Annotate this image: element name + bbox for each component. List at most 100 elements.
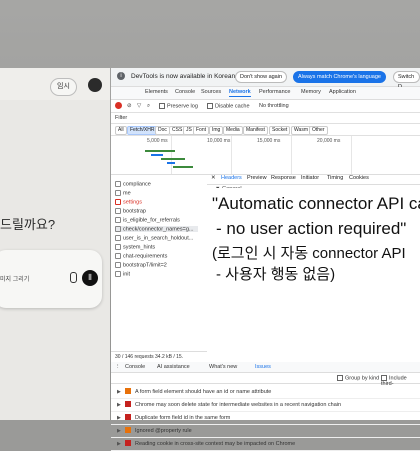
- drawer-tab-ai-assistance[interactable]: AI assistance: [157, 364, 190, 370]
- caption-line-4: - 사용자 행동 없음): [216, 266, 336, 283]
- filter-doc[interactable]: Doc: [155, 126, 170, 135]
- tab-memory[interactable]: Memory: [301, 89, 321, 95]
- tab-elements[interactable]: Elements: [145, 89, 168, 95]
- drawer-tab-whats-new[interactable]: What's new: [209, 364, 237, 370]
- request-row[interactable]: is_eligible_for_referrals: [115, 217, 180, 223]
- issues-toolbar: Group by kind Include third-: [111, 373, 420, 387]
- filter-media[interactable]: Media: [223, 126, 243, 135]
- request-row[interactable]: system_hints: [115, 244, 155, 250]
- tab-application[interactable]: Application: [329, 89, 356, 95]
- disable-cache-checkbox[interactable]: Disable cache: [207, 103, 250, 109]
- tab-performance[interactable]: Performance: [259, 89, 291, 95]
- filter-bar: Filter: [111, 113, 420, 124]
- caption-line-1: "Automatic connector API ca: [212, 194, 420, 213]
- warning-icon: [125, 388, 131, 394]
- record-icon[interactable]: [115, 102, 122, 109]
- dont-show-again-button[interactable]: Don't show again: [235, 71, 288, 83]
- timeline-gridline: [351, 136, 352, 174]
- search-icon[interactable]: ⌕: [147, 103, 150, 110]
- issue-text: A form field element should have an id o…: [135, 389, 272, 395]
- always-match-language-button[interactable]: Always match Chrome's language: [293, 71, 386, 83]
- error-icon: [125, 414, 131, 420]
- error-icon: [125, 401, 131, 407]
- tab-initiator[interactable]: Initiator: [301, 175, 319, 181]
- filter-wasm[interactable]: Wasm: [291, 126, 311, 135]
- tab-network[interactable]: Network: [229, 89, 251, 97]
- request-detail-tabs: ✕ Headers Preview Response Initiator Tim…: [207, 172, 420, 185]
- issue-text: Chrome may soon delete state for interme…: [135, 402, 342, 408]
- filter-manifest[interactable]: Manifest: [243, 126, 268, 135]
- chevron-right-icon: ▶: [117, 402, 121, 408]
- issue-row[interactable]: ▶ Duplicate form field id in the same fo…: [111, 412, 420, 425]
- filter-font[interactable]: Font: [193, 126, 210, 135]
- chevron-right-icon: ▶: [117, 428, 121, 434]
- tab-timing[interactable]: Timing: [327, 175, 343, 181]
- tab-headers[interactable]: Headers: [221, 175, 242, 181]
- close-icon[interactable]: ✕: [211, 175, 216, 181]
- chevron-right-icon: ▶: [117, 415, 121, 421]
- filter-socket[interactable]: Socket: [269, 126, 291, 135]
- issue-row[interactable]: ▶ A form field element should have an id…: [111, 386, 420, 399]
- issue-row[interactable]: ▶ Reading cookie in cross-site context m…: [111, 438, 420, 451]
- chevron-right-icon: ▶: [117, 441, 121, 447]
- temporary-chat-button[interactable]: 임시: [50, 78, 77, 96]
- waterfall-bar: [151, 154, 163, 156]
- group-by-kind-checkbox[interactable]: Group by kind: [337, 375, 379, 381]
- filter-other[interactable]: Other: [309, 126, 328, 135]
- drawer-tab-console[interactable]: Console: [125, 364, 145, 370]
- network-status-bar: 30 / 146 requests 34.2 kB / 15.: [111, 351, 207, 362]
- tab-sources[interactable]: Sources: [201, 89, 221, 95]
- timeline-tick: 5,000 ms: [147, 138, 168, 144]
- issue-text: Duplicate form field id in the same form: [135, 415, 231, 421]
- tab-cookies[interactable]: Cookies: [349, 175, 369, 181]
- drawer-tab-issues[interactable]: Issues: [255, 364, 271, 370]
- menu-icon[interactable]: ⋮: [115, 364, 121, 370]
- request-row[interactable]: compliance: [115, 181, 151, 187]
- drawer-tabs: ⋮ Console AI assistance What's new Issue…: [111, 362, 420, 373]
- issue-row[interactable]: ▶ Ignored @property rule: [111, 425, 420, 438]
- avatar[interactable]: [88, 78, 102, 92]
- request-row-selected[interactable]: check/connector_names=g...: [115, 226, 207, 233]
- filter-fetch-xhr[interactable]: Fetch/XHR: [127, 126, 158, 135]
- voice-mode-button[interactable]: ⦀: [82, 270, 98, 286]
- warning-icon: [125, 427, 131, 433]
- tab-console[interactable]: Console: [175, 89, 195, 95]
- issue-text: Reading cookie in cross-site context may…: [135, 441, 296, 447]
- request-row[interactable]: me: [115, 190, 131, 196]
- timeline-gridline: [291, 136, 292, 174]
- request-count: 30 / 146 requests 34.2 kB / 15.: [115, 354, 184, 360]
- timeline-tick: 15,000 ms: [257, 138, 281, 144]
- filter-all[interactable]: All: [115, 126, 127, 135]
- request-row[interactable]: init: [115, 271, 130, 277]
- devtools-tabs: Elements Console Sources Network Perform…: [111, 87, 420, 100]
- filter-icon[interactable]: ▽: [137, 103, 141, 109]
- microphone-icon[interactable]: [70, 272, 77, 283]
- network-toolbar: ⊘ ▽ ⌕ Preserve log Disable cache No thro…: [111, 100, 420, 113]
- language-banner: i DevTools is now available in Korean Do…: [111, 68, 420, 90]
- type-filter-bar: All Fetch/XHR Doc CSS JS Font Img Media …: [111, 124, 420, 136]
- request-row[interactable]: bootstrapT/limit=2: [115, 262, 167, 268]
- caption-line-2: - no user action required": [216, 219, 407, 238]
- waterfall-bar: [173, 166, 193, 168]
- waterfall-bar: [161, 158, 185, 160]
- filter-input[interactable]: Filter: [115, 115, 127, 121]
- clear-icon[interactable]: ⊘: [127, 103, 132, 109]
- banner-message: DevTools is now available in Korean: [131, 73, 236, 80]
- request-row[interactable]: settings: [115, 199, 142, 205]
- info-icon: i: [117, 72, 125, 80]
- request-row[interactable]: chat-requirements: [115, 253, 167, 259]
- throttling-select[interactable]: No throttling: [259, 103, 289, 109]
- timeline-gridline: [231, 136, 232, 174]
- switch-language-button[interactable]: Switch D: [393, 71, 420, 90]
- tab-response[interactable]: Response: [271, 175, 296, 181]
- timeline-gridline: [171, 136, 172, 174]
- filter-img[interactable]: Img: [209, 126, 224, 135]
- request-row[interactable]: user_is_in_search_holdout...: [115, 235, 193, 241]
- network-timeline[interactable]: 5,000 ms 10,000 ms 15,000 ms 20,000 ms: [111, 136, 420, 175]
- tab-preview[interactable]: Preview: [247, 175, 267, 181]
- issue-row[interactable]: ▶ Chrome may soon delete state for inter…: [111, 399, 420, 412]
- draw-image-button[interactable]: 미지 그리기: [0, 274, 29, 283]
- chat-panel: [0, 68, 110, 420]
- request-row[interactable]: bootstrap: [115, 208, 146, 214]
- preserve-log-checkbox[interactable]: Preserve log: [159, 103, 198, 109]
